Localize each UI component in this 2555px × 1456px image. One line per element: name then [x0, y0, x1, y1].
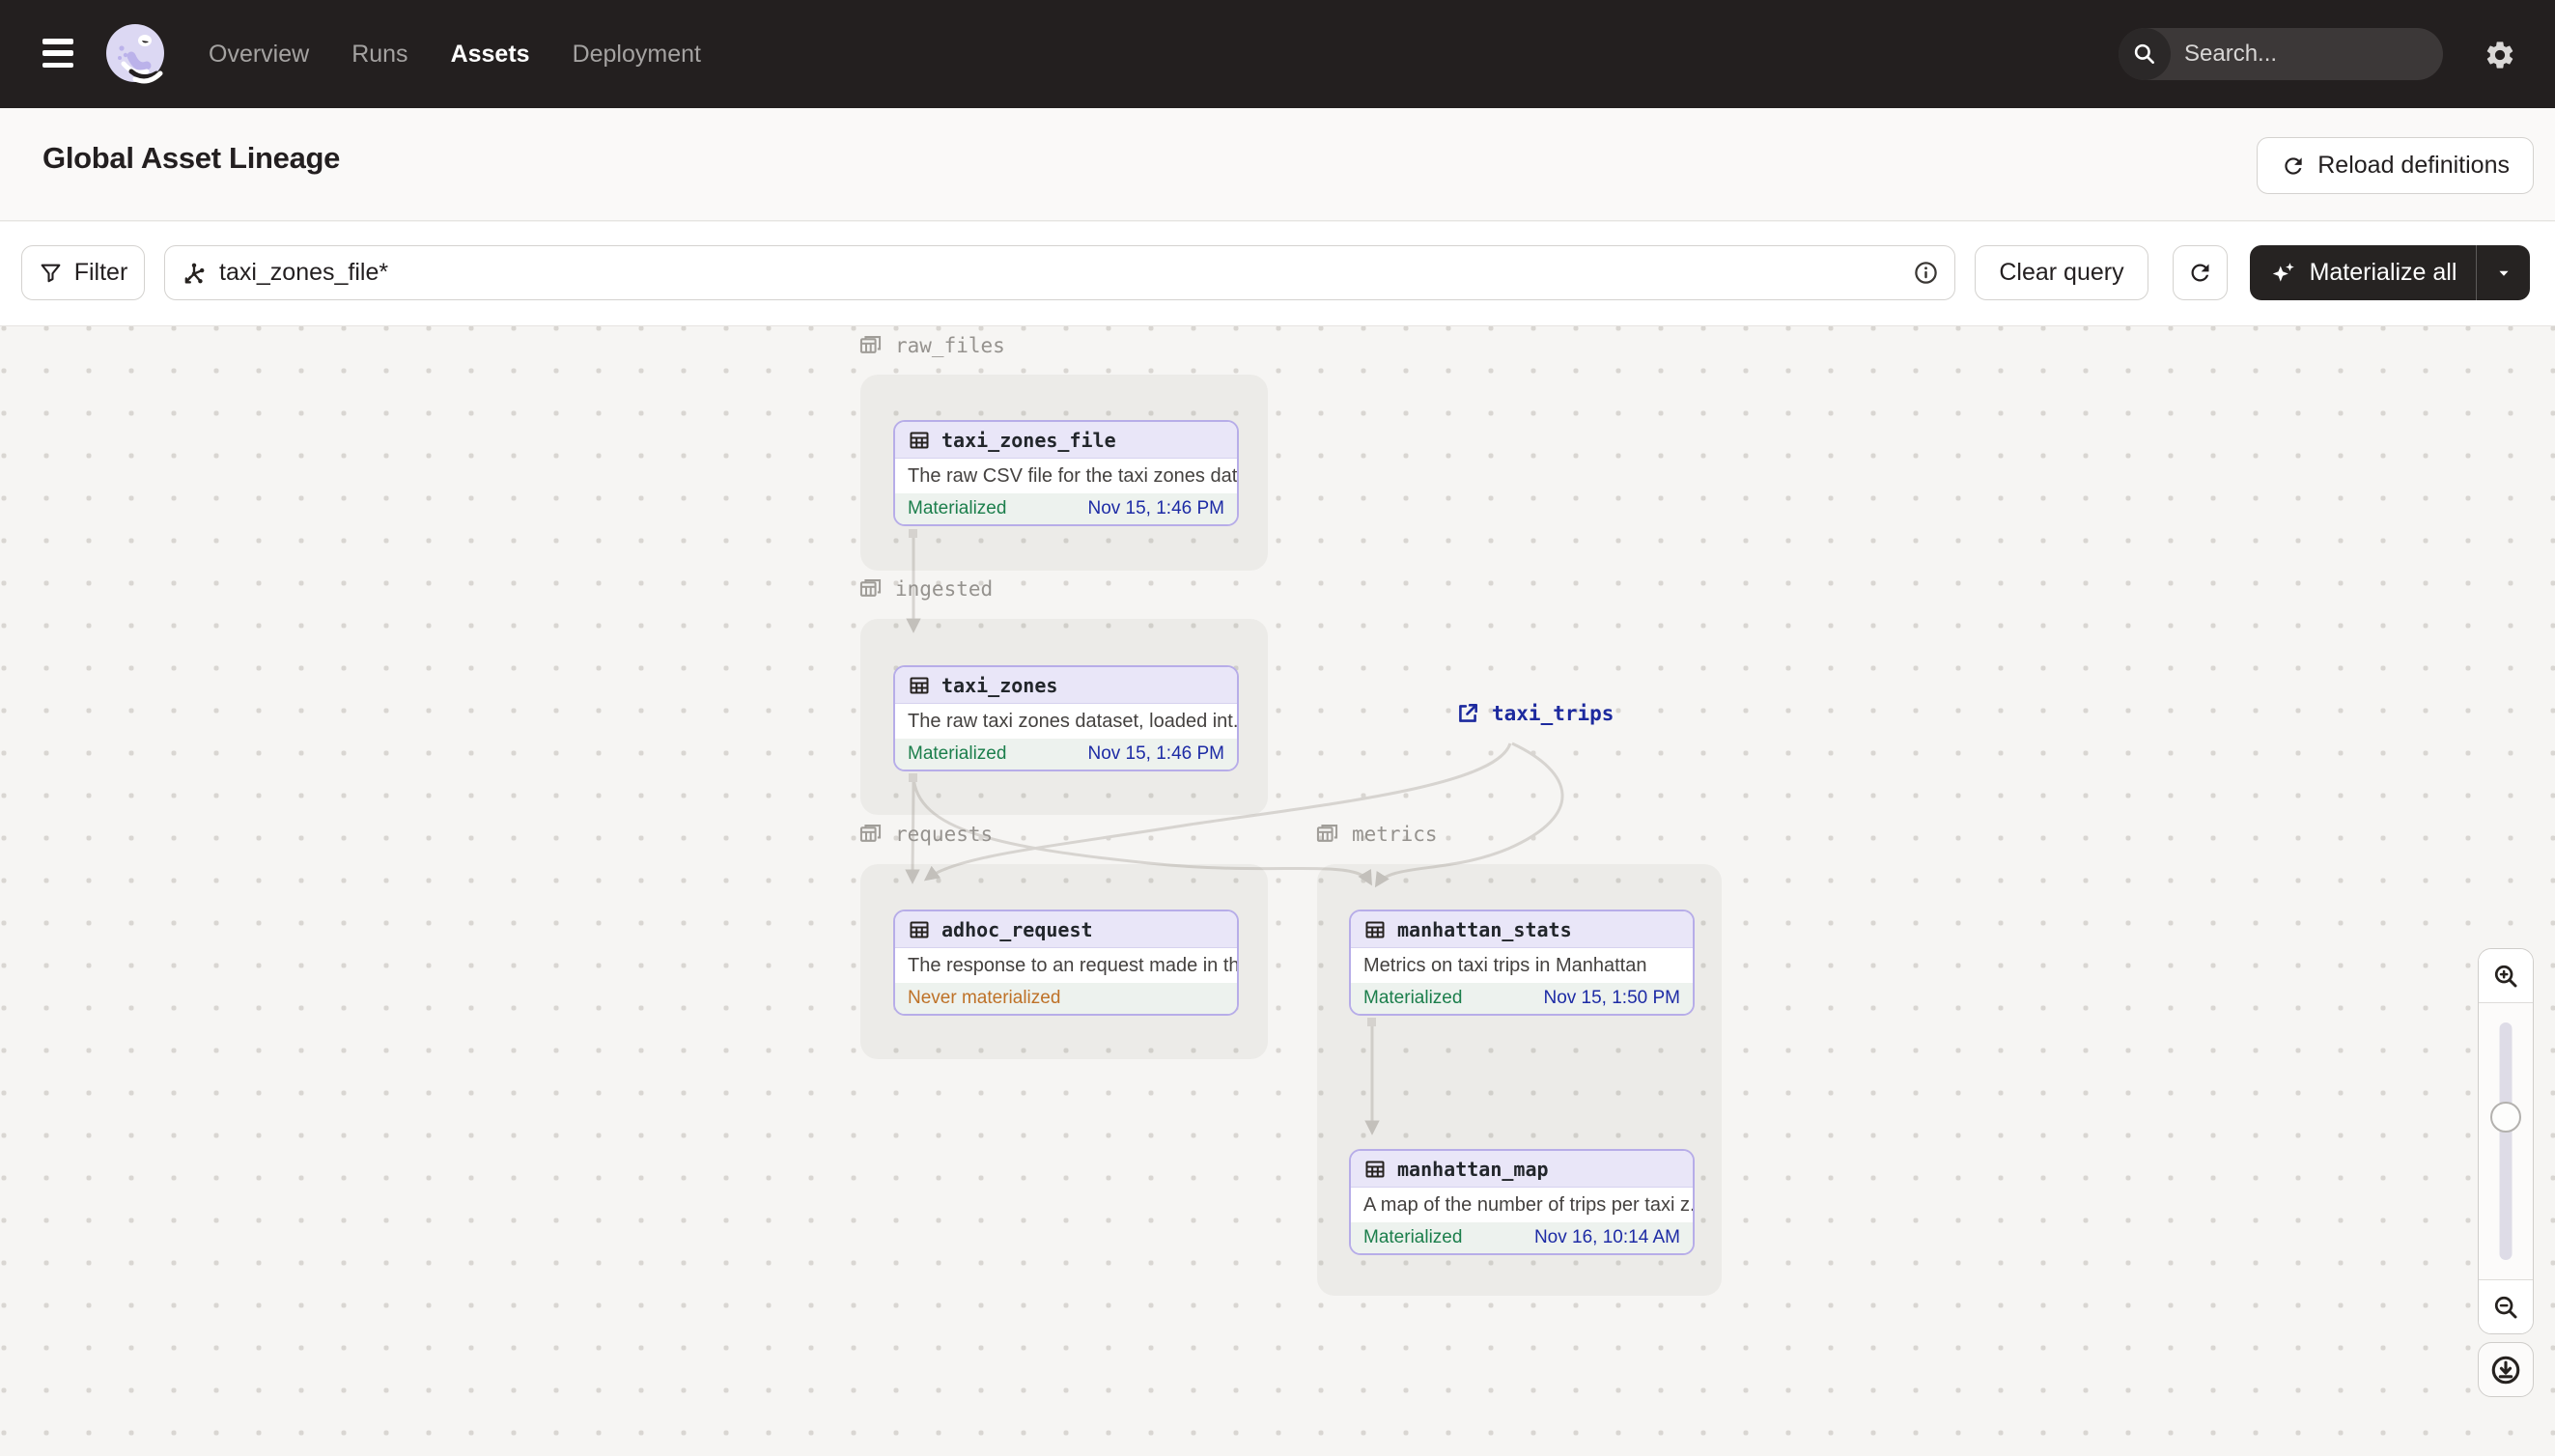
asset-name: manhattan_stats: [1397, 917, 1572, 941]
table-icon: [1365, 921, 1385, 938]
search-icon: [2119, 28, 2171, 80]
materialize-options-caret[interactable]: [2476, 245, 2530, 300]
materialize-all-button[interactable]: Materialize all: [2250, 245, 2476, 300]
asset-node-header: taxi_zones: [895, 667, 1237, 704]
asset-node-taxi-zones[interactable]: taxi_zones The raw taxi zones dataset, l…: [893, 665, 1239, 771]
clear-query-button[interactable]: Clear query: [1975, 245, 2148, 300]
zoom-controls: [2478, 948, 2534, 1334]
group-label-ingested[interactable]: ingested: [857, 575, 993, 602]
zoom-in-icon: [2494, 965, 2517, 987]
download-circle-icon: [2491, 1356, 2520, 1384]
group-tables-icon: [859, 336, 882, 353]
zoom-slider[interactable]: [2479, 1003, 2533, 1279]
asset-description: The raw taxi zones dataset, loaded int..…: [908, 710, 1237, 732]
materialization-timestamp: Nov 15, 1:46 PM: [1087, 743, 1224, 764]
hamburger-menu-icon[interactable]: [42, 39, 73, 68]
status-badge: Materialized: [908, 743, 1007, 764]
op-selection-icon: [184, 263, 205, 283]
dagster-logo[interactable]: [102, 21, 168, 87]
asset-status-bar: Never materialized: [895, 983, 1237, 1014]
asset-status-bar: Materialized Nov 15, 1:50 PM: [1351, 983, 1693, 1014]
asset-query-input-container: [164, 245, 1955, 300]
zoom-in-button[interactable]: [2479, 949, 2533, 1003]
recenter-view-button[interactable]: [2478, 1342, 2534, 1397]
zoom-slider-handle[interactable]: [2490, 1102, 2521, 1133]
asset-description: The raw CSV file for the taxi zones dat.…: [908, 464, 1237, 487]
filter-funnel-icon: [41, 264, 61, 283]
asset-status-bar: Materialized Nov 15, 1:46 PM: [895, 493, 1237, 524]
asset-description: The response to an request made in th...: [908, 954, 1237, 976]
asset-description: A map of the number of trips per taxi z.…: [1363, 1193, 1693, 1216]
refresh-icon: [2191, 264, 2209, 282]
asset-node-header: taxi_zones_file: [895, 422, 1237, 459]
nav-item-deployment[interactable]: Deployment: [573, 41, 701, 69]
zoom-out-icon: [2494, 1296, 2517, 1318]
status-badge: Materialized: [1363, 988, 1463, 1008]
status-badge: Materialized: [908, 498, 1007, 518]
zoom-out-button[interactable]: [2479, 1279, 2533, 1333]
query-info-icon[interactable]: [1913, 260, 1939, 286]
asset-query-input[interactable]: [219, 259, 1901, 287]
materialization-timestamp: Nov 16, 10:14 AM: [1533, 1227, 1680, 1247]
lineage-edges: [905, 535, 1564, 1135]
asset-node-taxi-zones-file[interactable]: taxi_zones_file The raw CSV file for the…: [893, 420, 1239, 526]
reload-definitions-button[interactable]: Reload definitions: [2257, 137, 2534, 194]
asset-node-manhattan-stats[interactable]: manhattan_stats Metrics on taxi trips in…: [1349, 910, 1695, 1016]
top-navbar: Overview Runs Assets Deployment /: [0, 0, 2555, 108]
zoom-slider-track[interactable]: [2499, 1022, 2513, 1260]
asset-node-header: manhattan_stats: [1351, 911, 1693, 948]
group-label-raw-files[interactable]: raw_files: [857, 332, 1005, 358]
group-tables-icon: [859, 579, 882, 597]
reload-icon: [2285, 156, 2302, 175]
global-search[interactable]: /: [2119, 28, 2443, 80]
lineage-canvas[interactable]: raw_files taxi_zones_file The raw CSV fi…: [0, 326, 2555, 1456]
group-tables-icon: [859, 825, 882, 842]
page-header: Global Asset Lineage Reload definitions: [0, 108, 2555, 221]
external-asset-name: taxi_trips: [1492, 702, 1614, 725]
nav-item-overview[interactable]: Overview: [209, 41, 309, 69]
lineage-toolbar: Filter Clear query Material: [0, 222, 2555, 326]
group-label-requests[interactable]: requests: [857, 821, 993, 847]
materialize-all-button-group: Materialize all: [2250, 245, 2530, 300]
settings-gear-icon[interactable]: [2480, 35, 2520, 75]
caret-down-icon: [2498, 270, 2509, 276]
materialization-timestamp: Nov 15, 1:46 PM: [1087, 498, 1224, 518]
asset-description: Metrics on taxi trips in Manhattan: [1363, 954, 1647, 976]
table-icon: [910, 921, 929, 938]
asset-status-bar: Materialized Nov 15, 1:46 PM: [895, 739, 1237, 770]
asset-node-header: adhoc_request: [895, 911, 1237, 948]
asset-node-header: manhattan_map: [1351, 1151, 1693, 1188]
refresh-button[interactable]: [2173, 245, 2228, 300]
asset-node-adhoc-request[interactable]: adhoc_request The response to an request…: [893, 910, 1239, 1016]
table-icon: [910, 432, 929, 448]
group-label-metrics[interactable]: metrics: [1314, 821, 1438, 847]
external-asset-taxi-trips[interactable]: taxi_trips: [1455, 701, 1614, 726]
status-badge: Never materialized: [908, 988, 1061, 1008]
asset-name: taxi_zones_file: [941, 428, 1116, 452]
nav-item-runs[interactable]: Runs: [351, 41, 407, 69]
main-nav: Overview Runs Assets Deployment: [209, 0, 701, 108]
asset-node-manhattan-map[interactable]: manhattan_map A map of the number of tri…: [1349, 1149, 1695, 1255]
status-badge: Materialized: [1363, 1227, 1463, 1247]
page-title: Global Asset Lineage: [42, 141, 341, 175]
asset-name: manhattan_map: [1397, 1157, 1549, 1181]
sparkle-icon: [2272, 262, 2294, 282]
materialization-timestamp: Nov 15, 1:50 PM: [1543, 988, 1680, 1008]
table-icon: [1365, 1161, 1385, 1177]
filter-button[interactable]: Filter: [21, 245, 145, 300]
asset-name: taxi_zones: [941, 673, 1058, 697]
nav-item-assets[interactable]: Assets: [451, 41, 530, 69]
table-icon: [910, 677, 929, 693]
asset-name: adhoc_request: [941, 917, 1093, 941]
external-link-icon: [1459, 704, 1477, 722]
group-tables-icon: [1316, 825, 1338, 842]
asset-status-bar: Materialized Nov 16, 10:14 AM: [1351, 1222, 1693, 1253]
search-input[interactable]: [2171, 41, 2443, 68]
